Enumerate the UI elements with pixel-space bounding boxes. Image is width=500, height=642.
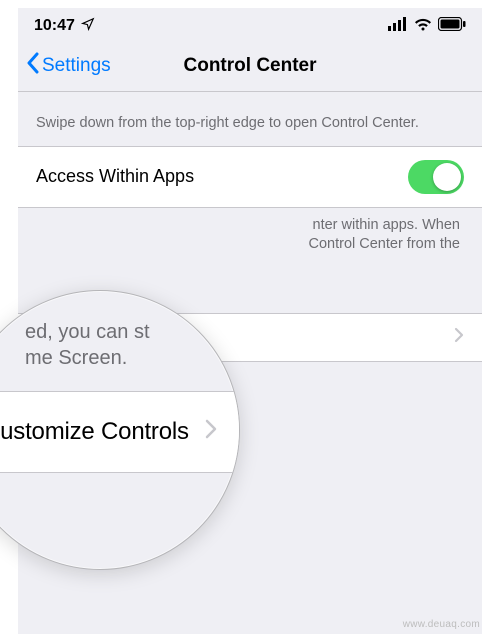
chevron-left-icon	[26, 52, 42, 80]
chevron-right-icon	[205, 418, 217, 446]
access-footer-description: nter within apps. When Control Center fr…	[18, 208, 482, 279]
access-footer-line2: Control Center from the	[36, 235, 460, 255]
section-description: Swipe down from the top-right edge to op…	[18, 92, 482, 146]
back-label: Settings	[42, 55, 111, 77]
magnified-customize-controls-row[interactable]: Customize Controls	[0, 391, 239, 473]
magnifier-line2: me Screen.	[25, 345, 229, 371]
battery-icon	[438, 17, 466, 36]
status-time: 10:47	[34, 17, 75, 35]
chevron-right-icon	[454, 327, 464, 348]
access-within-apps-toggle[interactable]	[408, 160, 464, 194]
signal-icon	[388, 17, 408, 36]
access-within-apps-row[interactable]: Access Within Apps	[18, 146, 482, 208]
status-bar: 10:47	[18, 8, 482, 40]
location-arrow-icon	[81, 17, 95, 36]
navigation-bar: Settings Control Center	[18, 40, 482, 92]
wifi-icon	[414, 17, 432, 36]
access-within-apps-label: Access Within Apps	[36, 166, 194, 187]
magnified-customize-label: Customize Controls	[0, 418, 189, 446]
back-button[interactable]: Settings	[18, 52, 111, 80]
watermark: www.deuaq.com	[403, 619, 480, 630]
access-footer-line1: nter within apps. When	[36, 216, 460, 236]
